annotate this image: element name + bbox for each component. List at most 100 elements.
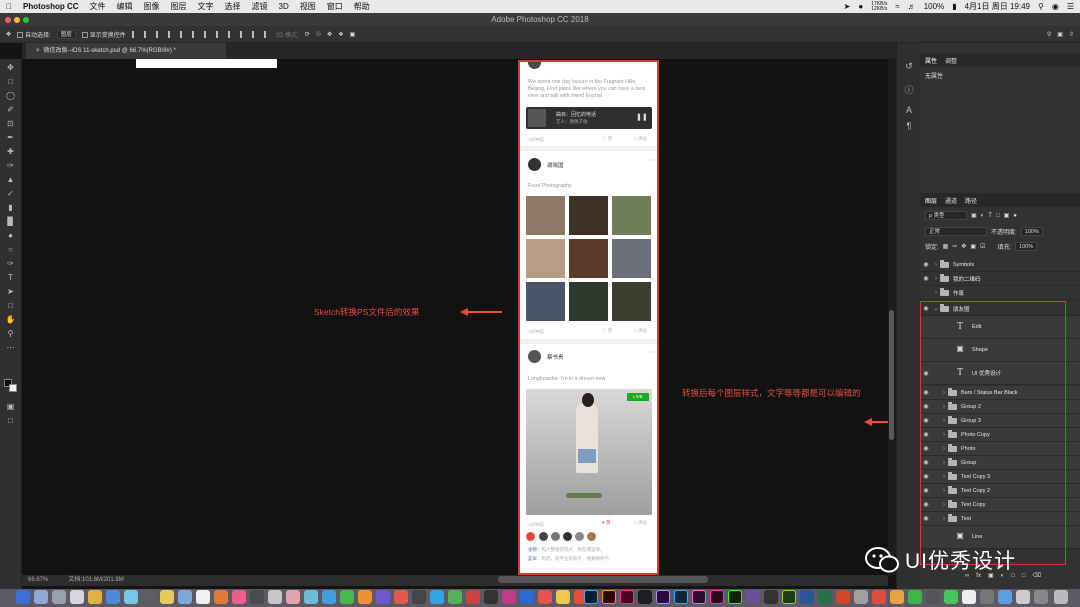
app-icon[interactable] (304, 590, 318, 604)
filter-pixel-icon[interactable]: ▣ (971, 212, 977, 219)
battery-icon[interactable]: ▮ (952, 2, 956, 11)
layer-row[interactable]: ◉ › 我的二维码 (920, 272, 1080, 286)
menu-view[interactable]: 视图 (300, 1, 316, 12)
dreamweaver-icon[interactable] (728, 590, 742, 604)
app-icon[interactable] (962, 590, 976, 604)
auto-select-dropdown[interactable]: 图层 (56, 29, 76, 39)
lock-transparent-icon[interactable]: ▦ (943, 243, 949, 250)
align-bottom-icon[interactable] (191, 30, 198, 38)
tab-channels[interactable]: 通道 (945, 196, 957, 205)
info-icon[interactable]: ⓘ (904, 83, 914, 95)
app-icon[interactable] (638, 590, 652, 604)
history-brush-tool-icon[interactable]: ✓ (4, 188, 17, 199)
hand-tool-icon[interactable]: ✋ (4, 314, 17, 325)
app-icon[interactable] (746, 590, 760, 604)
stickies-icon[interactable] (160, 590, 174, 604)
close-window-button[interactable] (5, 17, 11, 23)
layer-filter-dropdown[interactable]: ρ 类型 (925, 211, 967, 220)
expand-arrow-icon[interactable]: › (932, 290, 940, 296)
blur-tool-icon[interactable]: ● (4, 230, 17, 241)
app-icon[interactable] (376, 590, 390, 604)
user-icon[interactable]: ◉ (1052, 2, 1059, 11)
type-tool-icon[interactable]: T (4, 272, 17, 283)
layer-row[interactable]: › 作废 (920, 286, 1080, 300)
expand-arrow-icon[interactable]: › (932, 276, 940, 282)
app-icon[interactable] (520, 590, 534, 604)
comment-button[interactable]: □ 评论 (634, 136, 647, 142)
horizontal-scrollbar[interactable] (498, 576, 708, 583)
itunes-icon[interactable] (232, 590, 246, 604)
food-photo[interactable] (526, 196, 565, 235)
history-icon[interactable]: ↺ (904, 61, 914, 71)
delete-layer-icon[interactable]: ⌫ (1033, 572, 1041, 579)
app-icon[interactable] (890, 590, 904, 604)
sketch-icon[interactable] (556, 590, 570, 604)
app-icon[interactable] (1016, 590, 1030, 604)
xcode-icon[interactable] (484, 590, 498, 604)
auto-select-checkbox[interactable]: 自动选择: (17, 30, 51, 39)
fill-field[interactable]: 100% (1015, 242, 1038, 251)
mail-icon[interactable] (124, 590, 138, 604)
app-icon[interactable] (764, 590, 778, 604)
doc-size[interactable]: 文档:101.6M/201.8M (68, 577, 123, 583)
keynote-icon[interactable] (358, 590, 372, 604)
app-icon[interactable] (926, 590, 940, 604)
more-icon[interactable]: ⋯ (648, 157, 654, 164)
background-color-swatch[interactable] (9, 384, 17, 392)
app-icon[interactable] (322, 590, 336, 604)
app-icon[interactable] (466, 590, 480, 604)
menu-file[interactable]: 文件 (90, 1, 106, 12)
path-select-tool-icon[interactable]: ➤ (4, 286, 17, 297)
zoom-window-button[interactable] (23, 17, 29, 23)
eyedropper-tool-icon[interactable]: ✒ (4, 132, 17, 143)
stamp-tool-icon[interactable]: ▲ (4, 174, 17, 185)
distribute-top-icon[interactable] (203, 30, 210, 38)
character-icon[interactable]: A (904, 105, 914, 115)
layer-row[interactable]: ◉ › Symbols (920, 258, 1080, 272)
pen-tool-icon[interactable]: ✑ (4, 258, 17, 269)
tab-paths[interactable]: 路径 (965, 196, 977, 205)
like-button[interactable]: ♥ 赞 (602, 520, 610, 526)
align-middle-icon[interactable] (179, 30, 186, 38)
share-icon[interactable]: ⇧ (1069, 31, 1074, 38)
safari-icon[interactable] (70, 590, 84, 604)
lock-image-icon[interactable]: ✑ (952, 243, 957, 250)
food-photo[interactable] (612, 196, 651, 235)
3d-pan-icon[interactable]: ✥ (327, 31, 332, 38)
3d-roll-icon[interactable]: ☉ (316, 31, 321, 38)
apple-icon[interactable]:  (6, 2, 12, 11)
dodge-tool-icon[interactable]: ○ (4, 244, 17, 255)
food-photo[interactable] (612, 282, 651, 321)
skateboard-photo[interactable]: LIVE (526, 389, 652, 515)
comment-button[interactable]: □ 评论 (634, 520, 647, 526)
lock-position-icon[interactable]: ✥ (961, 243, 966, 250)
crop-tool-icon[interactable]: ⊡ (4, 118, 17, 129)
app-icon[interactable] (854, 590, 868, 604)
show-transform-checkbox[interactable]: 显示变换控件 (81, 30, 126, 39)
document-tab[interactable]: × 微信改版--iOS 11-sketch.psd @ 66.7%(RGB/8#)… (26, 43, 226, 59)
eraser-tool-icon[interactable]: ▮ (4, 202, 17, 213)
location-icon[interactable]: ➤ (844, 2, 851, 11)
chrome-icon[interactable] (88, 590, 102, 604)
distribute-center-icon[interactable] (251, 30, 258, 38)
app-store-icon[interactable] (106, 590, 120, 604)
menubar-datetime[interactable]: 4月1日 周日 19:49 (965, 1, 1030, 12)
menu-list-icon[interactable]: ☰ (1067, 2, 1074, 11)
brush-tool-icon[interactable]: ✑ (4, 160, 17, 171)
vertical-scrollbar-thumb[interactable] (889, 310, 894, 440)
paragraph-icon[interactable]: ¶ (904, 121, 914, 131)
more-tools-icon[interactable]: ⋯ (4, 342, 17, 353)
menu-select[interactable]: 选择 (225, 1, 241, 12)
lock-artboard-icon[interactable]: ▣ (970, 243, 976, 250)
phone-artboard[interactable]: We spent one day leisure in the Fragrant… (518, 60, 659, 575)
finder-icon[interactable] (16, 590, 30, 604)
filter-toggle-icon[interactable]: ● (1013, 213, 1017, 219)
filter-shape-icon[interactable]: □ (996, 213, 1000, 219)
close-tab-icon[interactable]: × (36, 48, 40, 54)
canvas-area[interactable] (22, 59, 888, 575)
app-icon[interactable] (998, 590, 1012, 604)
minimize-window-button[interactable] (14, 17, 20, 23)
excel-icon[interactable] (818, 590, 832, 604)
volume-icon[interactable]: ♬ (908, 2, 916, 11)
filter-type-icon[interactable]: T (988, 213, 992, 219)
